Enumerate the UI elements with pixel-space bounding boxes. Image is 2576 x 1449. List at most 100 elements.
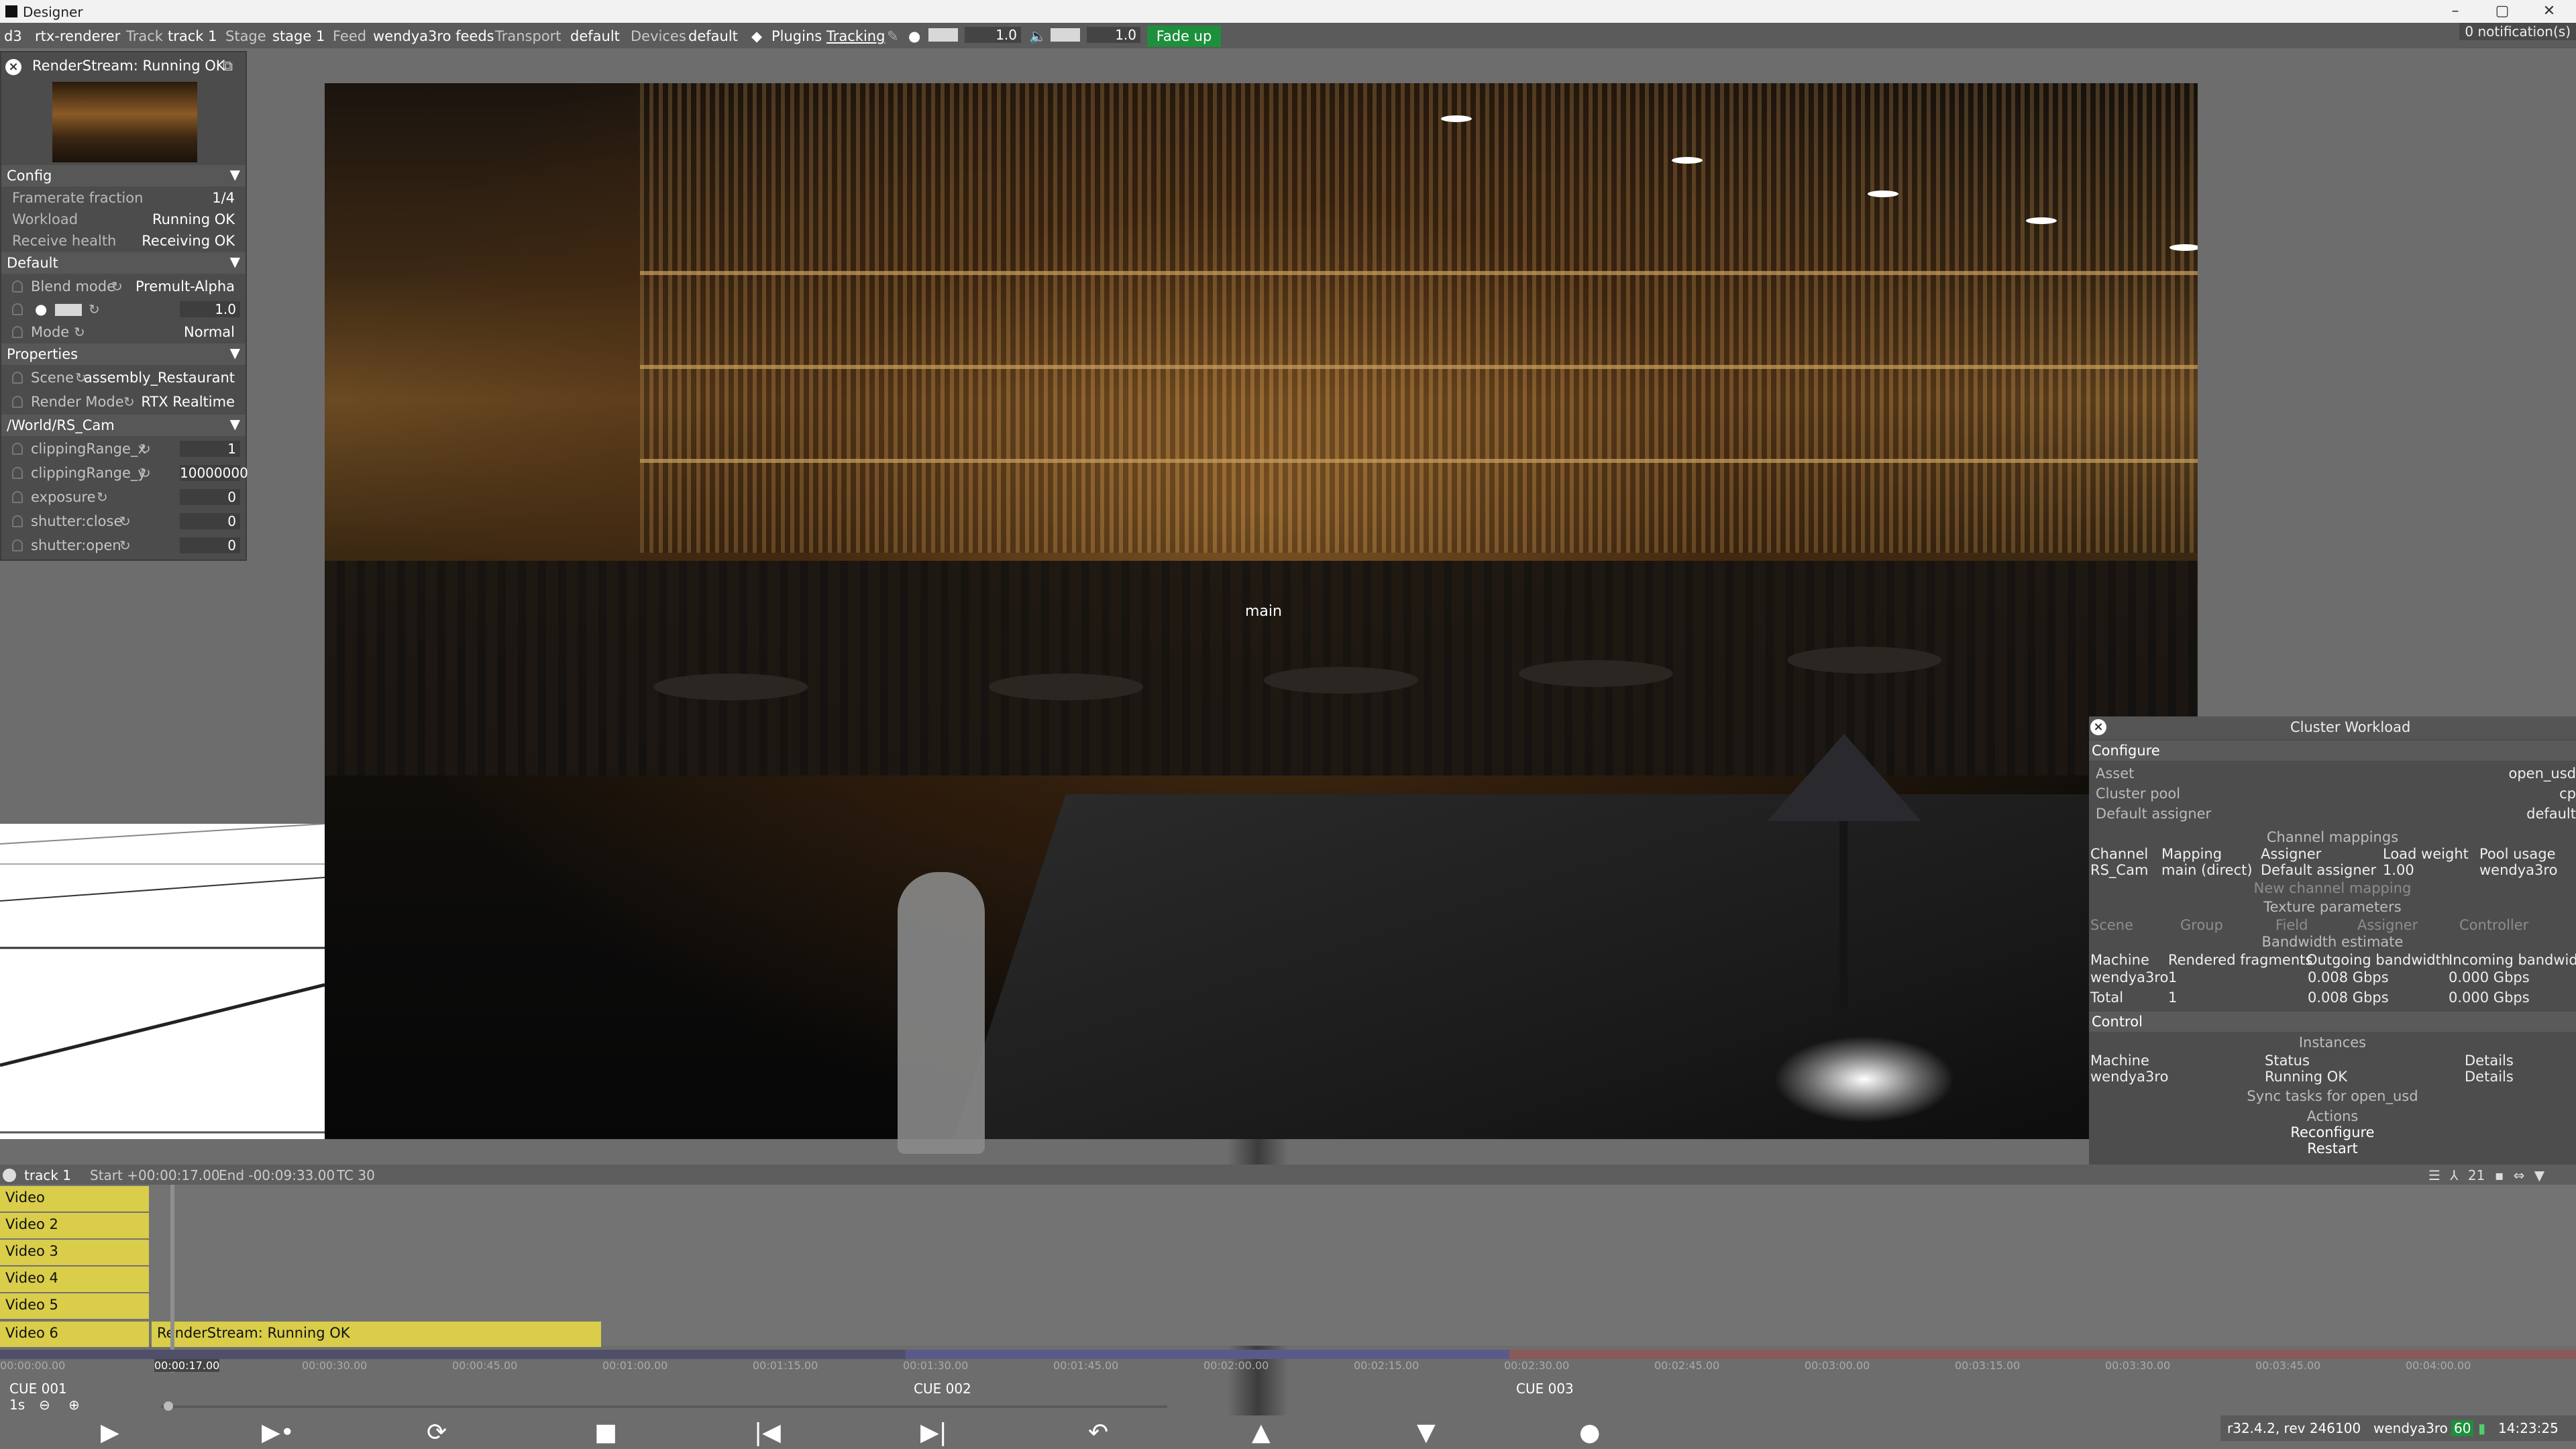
expand-icon[interactable]: ⇔ (2514, 1167, 2525, 1183)
section-control[interactable]: Control (2089, 1012, 2576, 1032)
person-icon[interactable]: ⅄ (2450, 1167, 2458, 1183)
previous-cue-button[interactable]: ▲ (1252, 1419, 1271, 1446)
volume-swatch[interactable] (1051, 28, 1080, 42)
pool-value[interactable]: cp (2559, 786, 2576, 802)
layers-icon[interactable]: ☰ (2428, 1167, 2440, 1183)
play-to-end-button[interactable]: ▶• (262, 1419, 294, 1446)
cue-marker[interactable]: CUE 003 (1516, 1381, 1574, 1397)
popout-icon[interactable]: ⧉ (223, 58, 233, 74)
blend-mode-value[interactable]: Premult-Alpha (136, 278, 235, 294)
lock-icon[interactable] (12, 491, 23, 503)
reset-icon[interactable]: ↻ (123, 394, 135, 410)
menu-track-value[interactable]: track 1 (168, 28, 217, 44)
lock-icon[interactable] (12, 396, 23, 408)
render-mode-value[interactable]: RTX Realtime (141, 394, 235, 410)
asset-value[interactable]: open_usd (2509, 765, 2576, 782)
load-weight-cell[interactable]: 1.00 (2383, 862, 2414, 878)
brightness-field[interactable]: 1.0 (180, 301, 240, 317)
grid-icon[interactable]: ▪ (2495, 1167, 2504, 1183)
section-camera[interactable]: /World/RS_Cam ▼ (1, 415, 246, 436)
volume-value[interactable]: 1.0 (1087, 27, 1140, 43)
scrollbar-handle[interactable] (164, 1401, 173, 1411)
section-configure[interactable]: Configure (2089, 741, 2576, 761)
lock-icon[interactable] (12, 372, 23, 384)
clipping-y-field[interactable]: 10000000 (180, 465, 248, 481)
lock-icon[interactable] (12, 303, 23, 315)
return-button[interactable]: ↶ (1088, 1419, 1108, 1446)
brightness-value[interactable]: 1.0 (965, 27, 1021, 43)
minimize-button[interactable]: – (2435, 1, 2475, 21)
reconfigure-button[interactable]: Reconfigure (2089, 1124, 2576, 1140)
menu-transport-value[interactable]: default (570, 28, 620, 44)
cue-marker[interactable]: CUE 002 (914, 1381, 971, 1397)
mapping-cell[interactable]: main (direct) (2161, 862, 2253, 878)
close-icon[interactable]: × (5, 59, 21, 75)
chevron-down-icon[interactable]: ▼ (2534, 1167, 2544, 1183)
track-icon[interactable] (3, 1169, 16, 1182)
menu-feed-value[interactable]: wendya3ro feeds (373, 28, 494, 44)
scene-value[interactable]: assembly_Restaurant (84, 370, 235, 386)
brightness-swatch[interactable] (928, 28, 958, 42)
wireframe-viewport[interactable] (0, 824, 325, 1139)
renderstream-clip[interactable]: RenderStream: Running OK (152, 1322, 601, 1347)
layer-video-5[interactable]: Video 5 (0, 1293, 149, 1319)
cue-marker[interactable]: CUE 001 (9, 1381, 67, 1397)
play-button[interactable]: ▶ (101, 1419, 119, 1446)
reset-icon[interactable]: ↻ (97, 489, 108, 505)
section-properties[interactable]: Properties ▼ (1, 343, 246, 365)
close-window-button[interactable]: ✕ (2529, 1, 2569, 21)
details-button[interactable]: Details (2465, 1069, 2514, 1085)
section-default[interactable]: Default ▼ (1, 252, 246, 274)
menu-stage-value[interactable]: stage 1 (272, 28, 325, 44)
timeline-ruler[interactable]: 00:00:00.00 00:00:17.00 00:00:30.00 00:0… (0, 1350, 2576, 1372)
track-name[interactable]: track 1 (24, 1167, 71, 1183)
lock-icon[interactable] (12, 326, 23, 338)
sync-tasks-button[interactable]: Sync tasks for open_usd (2089, 1088, 2576, 1104)
notifications-button[interactable]: 0 notification(s) (2459, 23, 2576, 40)
close-icon[interactable]: × (2090, 719, 2106, 735)
menu-devices-value[interactable]: default (688, 28, 738, 44)
layer-video-2[interactable]: Video 2 (0, 1213, 149, 1238)
next-cue-button[interactable]: ▼ (1417, 1419, 1436, 1446)
assigner-cell[interactable]: Default assigner (2261, 862, 2376, 878)
layer-video-3[interactable]: Video 3 (0, 1240, 149, 1265)
layer-video[interactable]: Video (0, 1186, 149, 1212)
maximize-button[interactable]: ▢ (2482, 1, 2522, 21)
assigner-value[interactable]: default (2526, 806, 2576, 822)
record-button[interactable]: ● (1579, 1419, 1600, 1446)
brightness-swatch[interactable] (55, 304, 82, 316)
shutter-open-field[interactable]: 0 (180, 537, 240, 553)
stop-button[interactable]: ■ (594, 1419, 617, 1446)
zoom-out-icon[interactable]: ⊖ (39, 1397, 50, 1413)
zoom-in-icon[interactable]: ⊕ (68, 1397, 80, 1413)
main-viewport[interactable]: main (325, 83, 2198, 1139)
reset-icon[interactable]: ↻ (119, 513, 131, 529)
table-row[interactable]: RS_Cam main (direct) Default assigner 1.… (2089, 860, 2576, 880)
tracking-edit-icon[interactable]: ✎ (887, 28, 899, 44)
new-channel-mapping-button[interactable]: New channel mapping (2089, 880, 2576, 896)
lock-icon[interactable] (12, 515, 23, 527)
row-value[interactable]: 1/4 (212, 190, 235, 206)
fade-up-button[interactable]: Fade up (1147, 25, 1221, 47)
lock-icon[interactable] (12, 280, 23, 292)
reset-icon[interactable]: ↻ (111, 278, 123, 294)
playhead[interactable] (170, 1185, 174, 1373)
mode-value[interactable]: Normal (184, 324, 235, 340)
previous-section-button[interactable]: |◀ (754, 1419, 781, 1446)
reset-icon[interactable]: ↻ (74, 324, 85, 340)
layer-video-6[interactable]: Video 6 (0, 1322, 149, 1347)
section-config[interactable]: Config ▼ (1, 165, 246, 186)
loop-button[interactable]: ⟳ (427, 1419, 447, 1446)
reset-icon[interactable]: ↻ (140, 441, 151, 457)
menu-d3[interactable]: d3 (4, 28, 22, 44)
menu-plugins[interactable]: Plugins (771, 28, 822, 44)
exposure-field[interactable]: 0 (180, 489, 240, 505)
restart-button[interactable]: Restart (2089, 1140, 2576, 1157)
layer-video-4[interactable]: Video 4 (0, 1267, 149, 1292)
menu-renderer[interactable]: rtx-renderer (35, 28, 120, 44)
lock-icon[interactable] (12, 539, 23, 551)
clipping-x-field[interactable]: 1 (180, 441, 240, 457)
lock-icon[interactable] (12, 443, 23, 455)
reset-icon[interactable]: ↻ (119, 537, 131, 553)
next-section-button[interactable]: ▶| (920, 1419, 947, 1446)
